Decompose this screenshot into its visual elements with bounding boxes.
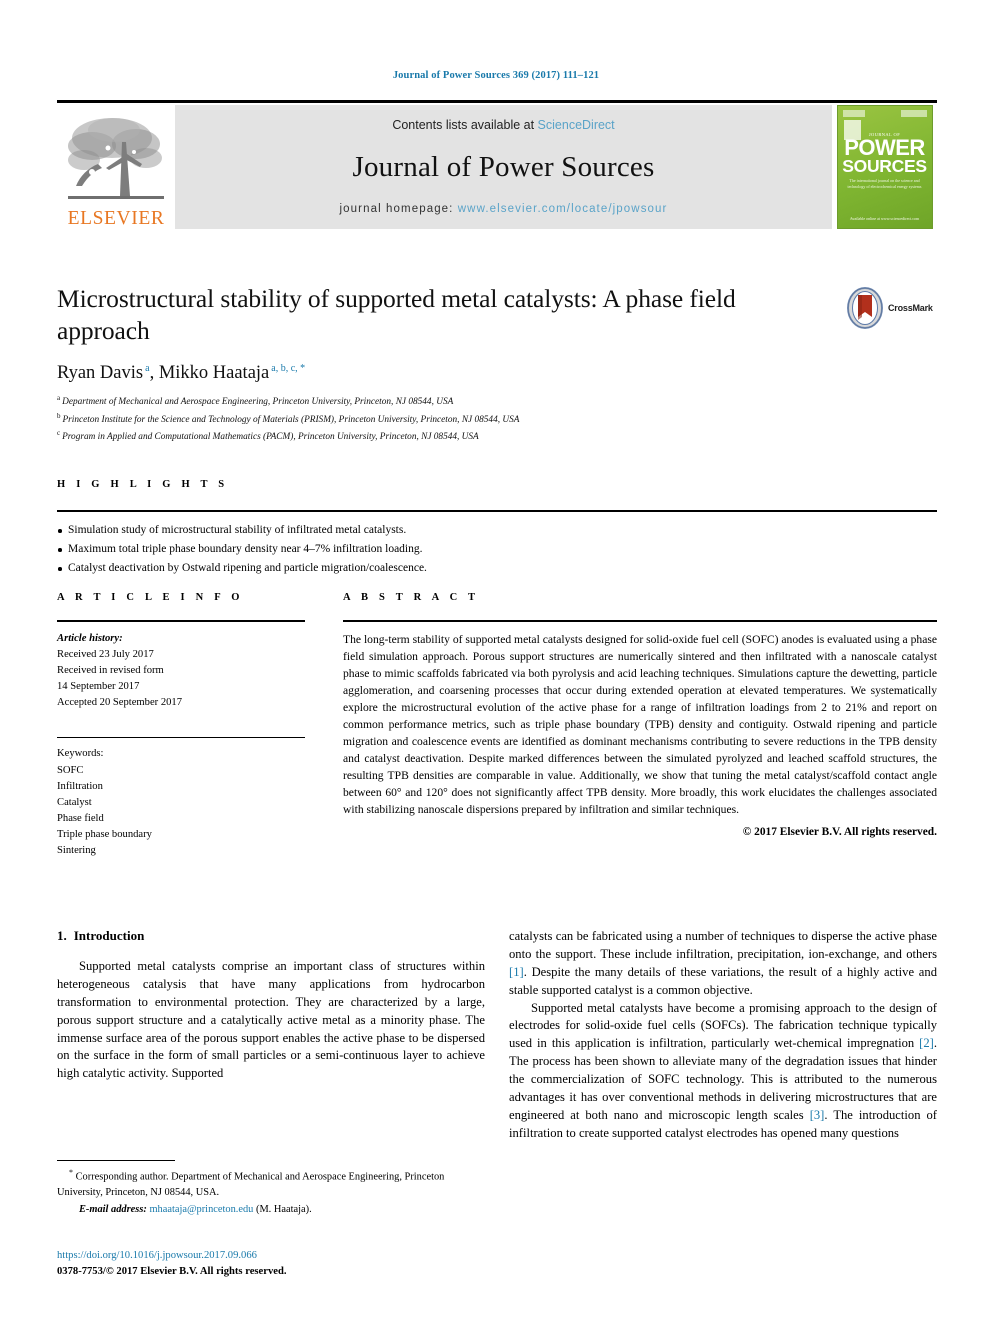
list-item: Maximum total triple phase boundary dens… [57, 540, 937, 559]
abstract-rule [343, 620, 937, 622]
issn-copyright-line: 0378-7753/© 2017 Elsevier B.V. All right… [57, 1265, 287, 1277]
paragraph-part: Supported metal catalysts have become a … [509, 1000, 937, 1051]
cover-footer: Available online at www.sciencedirect.co… [849, 216, 920, 221]
title-block: Microstructural stability of supported m… [57, 283, 937, 445]
abstract-text: The long-term stability of supported met… [343, 633, 937, 817]
paragraph: Supported metal catalysts comprise an im… [57, 959, 485, 1081]
highlights-list: Simulation study of microstructural stab… [57, 521, 937, 578]
homepage-prefix: journal homepage: [339, 203, 458, 215]
keyword-item: Catalyst [57, 796, 92, 808]
history-line: Received 23 July 2017 [57, 649, 154, 661]
copyright-line: © 2017 Elsevier B.V. All rights reserved… [742, 826, 937, 839]
email-link[interactable]: mhaataja@princeton.edu [149, 1204, 253, 1215]
citation-ref[interactable]: [1] [509, 965, 524, 979]
list-item: Simulation study of microstructural stab… [57, 521, 937, 540]
citation-ref[interactable]: [2] [919, 1036, 934, 1050]
elsevier-logo: ELSEVIER [57, 105, 175, 229]
keyword-item: Sintering [57, 845, 96, 857]
journal-cover-image: JOURNAL OF POWER SOURCES The internation… [836, 105, 933, 229]
keyword-item: SOFC [57, 764, 84, 776]
highlights-rule [57, 510, 937, 512]
history-line: Accepted 20 September 2017 [57, 697, 183, 709]
footnote-text: * Corresponding author. Department of Me… [57, 1167, 485, 1200]
journal-cover-thumbnail: JOURNAL OF POWER SOURCES The internation… [832, 105, 937, 229]
contents-prefix: Contents lists available at [392, 118, 538, 132]
keywords-rule [57, 737, 305, 739]
article-info-label: A R T I C L E I N F O [57, 592, 244, 603]
doi-link[interactable]: https://doi.org/10.1016/j.jpowsour.2017.… [57, 1248, 485, 1264]
history-line: 14 September 2017 [57, 681, 140, 693]
footnote-marker: * [69, 1168, 73, 1177]
section-number: 1. [57, 928, 67, 943]
journal-homepage-line: journal homepage: www.elsevier.com/locat… [340, 203, 668, 215]
imprint-block: https://doi.org/10.1016/j.jpowsour.2017.… [57, 1248, 485, 1280]
journal-homepage-link[interactable]: www.elsevier.com/locate/jpowsour [458, 203, 668, 215]
crossmark-badge[interactable]: CrossMark [845, 285, 937, 331]
affiliation-item: c Program in Applied and Computational Ma… [57, 428, 937, 445]
history-line: Received in revised form [57, 665, 164, 677]
email-label: E-mail address: [79, 1203, 147, 1215]
masthead-top-rule [57, 100, 937, 103]
corresponding-author-footnote: * Corresponding author. Department of Me… [57, 1160, 485, 1215]
cover-subtitle: The international journal on the science… [847, 178, 922, 189]
body-column-right: catalysts can be fabricated using a numb… [509, 928, 937, 1143]
article-info-rule [57, 620, 305, 622]
section-heading-introduction: 1. Introduction [57, 928, 485, 944]
cover-title-sources: SOURCES [842, 156, 927, 176]
cover-title-power: POWER [844, 135, 925, 160]
list-item: Catalyst deactivation by Ostwald ripenin… [57, 559, 937, 578]
paragraph: Supported metal catalysts have become a … [509, 1000, 937, 1143]
keywords-block: Keywords: SOFC Infiltration Catalyst Pha… [57, 746, 305, 859]
affiliation-text: Department of Mechanical and Aerospace E… [62, 397, 454, 408]
author-name: Mikko Haataja [158, 363, 270, 384]
journal-masthead: ELSEVIER Contents lists available at Sci… [57, 100, 937, 229]
affiliation-text: Princeton Institute for the Science and … [62, 414, 520, 425]
running-head: Journal of Power Sources 369 (2017) 111–… [392, 70, 600, 81]
author-separator: , [149, 363, 159, 384]
affiliation-text: Program in Applied and Computational Mat… [62, 431, 479, 442]
elsevier-tree-icon [68, 117, 164, 199]
paragraph: catalysts can be fabricated using a numb… [509, 928, 937, 1000]
masthead-center-panel: Contents lists available at ScienceDirec… [175, 105, 832, 229]
sciencedirect-link[interactable]: ScienceDirect [538, 118, 615, 132]
citation-ref[interactable]: [3] [810, 1108, 825, 1122]
footnote-rule [57, 1160, 175, 1161]
article-info-section: A R T I C L E I N F O Article history: R… [57, 592, 305, 859]
highlights-label: H I G H L I G H T S [57, 479, 229, 490]
author-name: Ryan Davis [57, 363, 144, 384]
contents-available-line: Contents lists available at ScienceDirec… [392, 118, 614, 132]
author-affil-marks: a, b, c, * [271, 363, 306, 375]
paragraph-part: catalysts can be fabricated using a numb… [509, 929, 937, 961]
article-history-label: Article history: [57, 633, 123, 644]
crossmark-label: CrossMark [888, 303, 933, 313]
article-history: Article history: Received 23 July 2017 R… [57, 631, 305, 711]
highlights-section: H I G H L I G H T S Simulation study of … [57, 479, 937, 578]
keyword-item: Infiltration [57, 780, 103, 792]
keywords-label: Keywords: [57, 748, 104, 760]
author-list: Ryan Davis a, Mikko Haataja a, b, c, * [57, 363, 937, 384]
keyword-item: Phase field [57, 812, 104, 824]
abstract-section: A B S T R A C T The long-term stability … [343, 592, 937, 838]
affiliation-item: a Department of Mechanical and Aerospace … [57, 393, 937, 410]
journal-title: Journal of Power Sources [352, 151, 655, 183]
section-title: Introduction [73, 928, 145, 943]
footnote-body: Corresponding author. Department of Mech… [57, 1171, 445, 1198]
body-column-left: 1. Introduction Supported metal catalysts… [57, 928, 485, 1083]
abstract-label: A B S T R A C T [343, 592, 480, 603]
affiliation-list: a Department of Mechanical and Aerospace … [57, 393, 937, 444]
elsevier-wordmark: ELSEVIER [67, 207, 165, 229]
email-owner: (M. Haataja). [255, 1203, 312, 1215]
crossmark-badge-icon [847, 287, 883, 329]
email-line: E-mail address: mhaataja@princeton.edu (… [57, 1204, 485, 1215]
page-title: Microstructural stability of supported m… [57, 284, 736, 346]
cover-top-strip [842, 110, 927, 117]
affiliation-item: b Princeton Institute for the Science and… [57, 411, 937, 428]
paragraph-part: . Despite the many details of these vari… [509, 964, 937, 997]
keyword-item: Triple phase boundary [57, 828, 152, 840]
paper-page: Journal of Power Sources 369 (2017) 111–… [0, 0, 992, 1323]
